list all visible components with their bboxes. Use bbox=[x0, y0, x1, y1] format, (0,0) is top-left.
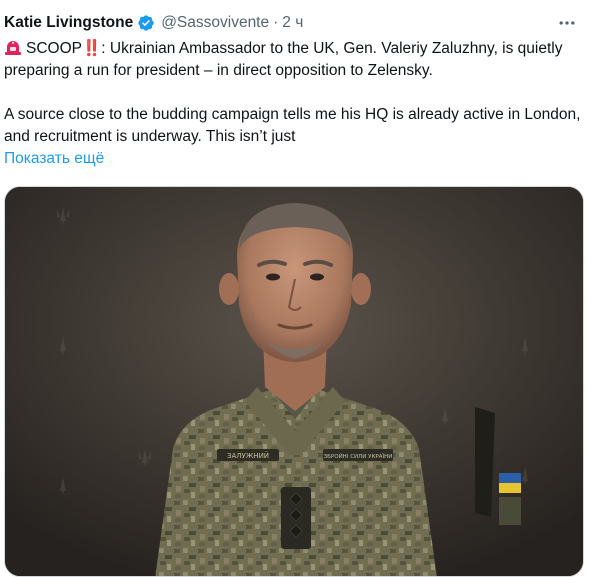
author-handle[interactable]: @Sassovivente bbox=[161, 14, 269, 32]
separator-dot: · bbox=[273, 14, 279, 31]
scoop-word: SCOOP bbox=[26, 40, 82, 57]
tweet-photo[interactable]: ЗАЛУЖНИЙ ЗБРОЙНІ СИЛИ УКРАЇНИ bbox=[4, 186, 584, 577]
tweet-paragraph-1: SCOOP‼️: Ukrainian Ambassador to the UK,… bbox=[4, 38, 581, 82]
verified-badge-icon bbox=[137, 14, 155, 32]
tweet-text: SCOOP‼️: Ukrainian Ambassador to the UK,… bbox=[4, 38, 581, 148]
ellipsis-icon[interactable] bbox=[555, 13, 579, 33]
author-name[interactable]: Katie Livingstone bbox=[4, 14, 133, 32]
show-more-link[interactable]: Показать ещё bbox=[4, 150, 104, 168]
tweet-header: Katie Livingstone @Sassovivente · 2 ч bbox=[4, 12, 579, 34]
name-tape: ЗАЛУЖНИЙ bbox=[227, 451, 269, 460]
tweet-timestamp[interactable]: 2 ч bbox=[282, 14, 303, 32]
tweet-paragraph-2: A source close to the budding campaign t… bbox=[4, 106, 581, 145]
unit-tape: ЗБРОЙНІ СИЛИ УКРАЇНИ bbox=[324, 453, 393, 460]
portrait-illustration: ЗАЛУЖНИЙ ЗБРОЙНІ СИЛИ УКРАЇНИ bbox=[5, 187, 583, 576]
siren-icon bbox=[4, 39, 22, 55]
double-exclamation-icon: ‼️ bbox=[81, 40, 101, 57]
tweet[interactable]: Katie Livingstone @Sassovivente · 2 ч SC… bbox=[0, 0, 589, 577]
